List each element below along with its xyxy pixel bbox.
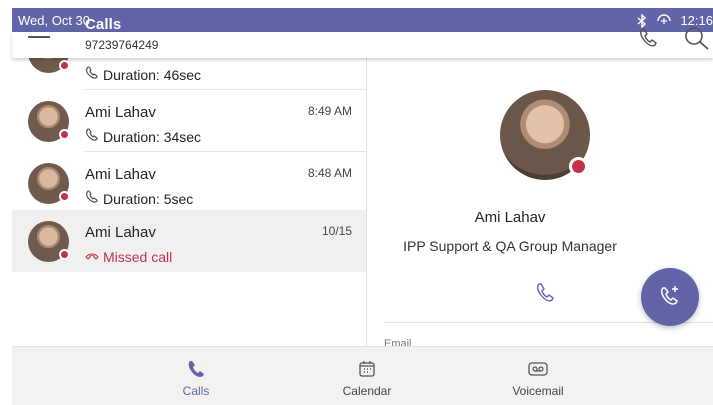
call-duration: Duration: 34sec xyxy=(103,128,202,145)
caller-name: Ami Lahav xyxy=(85,104,156,121)
new-call-button[interactable] xyxy=(641,268,699,326)
tab-calendar-label: Calendar xyxy=(342,384,392,398)
search-icon[interactable] xyxy=(684,26,710,55)
phone-icon xyxy=(146,360,246,378)
own-number: 97239764249 xyxy=(85,38,159,52)
call-history-list[interactable]: Duration: 46sec Ami Lahav 8:49 AM Durati… xyxy=(12,58,366,346)
presence-badge xyxy=(59,191,70,202)
contact-detail-panel: Ami Lahav IPP Support & QA Group Manager… xyxy=(367,58,713,346)
tab-calls-label: Calls xyxy=(182,384,210,398)
caller-name: Ami Lahav xyxy=(85,224,156,241)
list-item[interactable]: Ami Lahav 8:49 AM Duration: 34sec xyxy=(12,90,366,152)
bottom-navigation: Calls Calendar Voicemail xyxy=(12,346,713,405)
missed-call-label: Missed call xyxy=(103,248,173,265)
avatar xyxy=(28,221,70,262)
app-header: Calls 97239764249 xyxy=(12,16,713,58)
presence-badge xyxy=(569,157,588,176)
call-time: 10/15 xyxy=(321,224,352,238)
presence-badge xyxy=(59,249,70,260)
list-item-selected[interactable]: Ami Lahav 10/15 Missed call xyxy=(12,210,366,272)
contact-role: IPP Support & QA Group Manager xyxy=(403,238,617,254)
calendar-icon xyxy=(317,360,417,378)
caller-name: Ami Lahav xyxy=(85,166,156,183)
tab-calls[interactable]: Calls xyxy=(146,347,246,405)
call-history-icon xyxy=(85,128,99,145)
missed-call-icon xyxy=(85,248,99,265)
avatar xyxy=(28,163,70,204)
avatar xyxy=(28,58,70,73)
contact-name: Ami Lahav xyxy=(474,209,546,226)
call-time: 8:48 AM xyxy=(307,166,352,180)
call-duration: Duration: 46sec xyxy=(103,66,202,83)
tab-voicemail-label: Voicemail xyxy=(512,384,564,398)
tab-voicemail[interactable]: Voicemail xyxy=(488,347,588,405)
tab-calendar[interactable]: Calendar xyxy=(317,347,417,405)
email-label: Email xyxy=(384,338,412,346)
call-duration: Duration: 5sec xyxy=(103,190,194,207)
presence-badge xyxy=(59,129,70,140)
list-item[interactable]: Duration: 46sec xyxy=(12,58,366,90)
phone-icon[interactable] xyxy=(637,26,659,55)
menu-icon[interactable] xyxy=(28,34,50,52)
status-date: Wed, Oct 30 xyxy=(18,13,91,28)
page-title: Calls xyxy=(85,16,122,33)
avatar xyxy=(28,101,70,142)
list-item[interactable]: Ami Lahav 8:48 AM Duration: 5sec xyxy=(12,152,366,214)
call-add-icon xyxy=(658,283,682,312)
presence-badge xyxy=(59,60,70,71)
call-history-icon xyxy=(85,66,99,83)
call-history-icon xyxy=(85,190,99,207)
voicemail-icon xyxy=(488,360,588,378)
phone-icon[interactable] xyxy=(535,282,555,309)
contact-avatar xyxy=(500,90,590,180)
call-time: 8:49 AM xyxy=(307,104,352,118)
